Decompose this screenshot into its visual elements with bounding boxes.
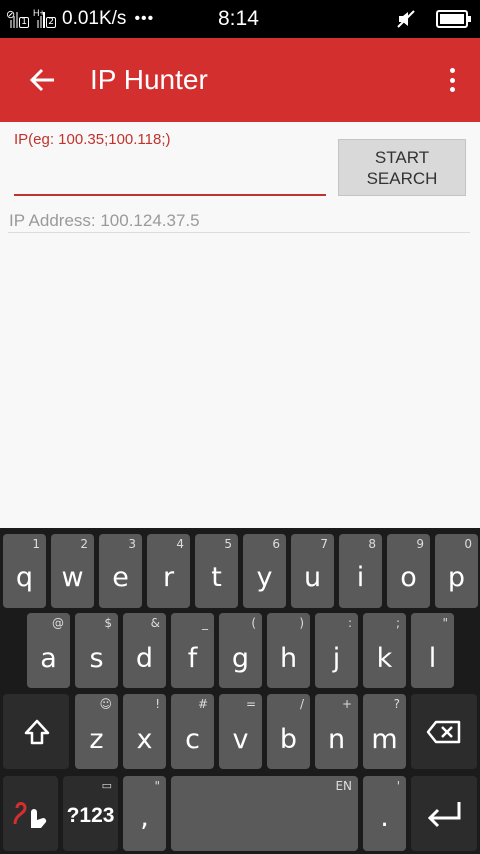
key-l[interactable]: " l	[411, 613, 454, 688]
key-m[interactable]: ? m	[363, 694, 406, 769]
key-i[interactable]: 8i	[339, 534, 382, 608]
signal-icon-sim1: ⊘ 1	[6, 9, 29, 28]
key-o[interactable]: 9o	[387, 534, 430, 608]
period-key[interactable]: ' .	[363, 776, 406, 851]
space-key[interactable]: EN	[171, 776, 358, 851]
shift-icon	[24, 719, 50, 745]
swype-icon	[13, 802, 47, 828]
app-bar: IP Hunter	[0, 38, 480, 122]
key-n[interactable]: + n	[315, 694, 358, 769]
page-title: IP Hunter	[90, 64, 208, 95]
key-c[interactable]: # c	[171, 694, 214, 769]
start-search-button[interactable]: START SEARCH	[338, 139, 466, 196]
key-p[interactable]: 0p	[435, 534, 478, 608]
key-s[interactable]: $ s	[75, 613, 118, 688]
key-v[interactable]: = v	[219, 694, 262, 769]
key-t[interactable]: 5t	[195, 534, 238, 608]
shift-key[interactable]	[3, 694, 69, 769]
ip-input[interactable]	[14, 152, 326, 196]
key-j[interactable]: :j	[315, 613, 358, 688]
soft-keyboard: 1q 2w 3e 4r 5t 6y 7u 8i 9o 0p @ a $ s & d _…	[0, 528, 480, 854]
key-d[interactable]: & d	[123, 613, 166, 688]
key-k[interactable]: ; k	[363, 613, 406, 688]
key-a[interactable]: @ a	[27, 613, 70, 688]
more-vert-icon[interactable]	[444, 64, 460, 96]
key-w[interactable]: 2w	[51, 534, 94, 608]
key-z[interactable]: ☺ z	[75, 694, 118, 769]
backspace-key[interactable]	[411, 694, 477, 769]
clock: 8:14	[218, 7, 259, 30]
status-bar: ⊘ 1 H+ 2 0.01K/s ••• 8:14	[0, 0, 480, 38]
key-q[interactable]: 1q	[3, 534, 46, 608]
backspace-icon	[426, 720, 461, 744]
key-u[interactable]: 7u	[291, 534, 334, 608]
key-b[interactable]: / b	[267, 694, 310, 769]
symbols-key[interactable]: ▭ ?123	[63, 776, 118, 851]
key-g[interactable]: (g	[219, 613, 262, 688]
key-e[interactable]: 3e	[99, 534, 142, 608]
ip-input-hint: IP(eg: 100.35;100.118;)	[14, 131, 171, 148]
status-left: ⊘ 1 H+ 2 0.01K/s •••	[6, 6, 155, 32]
symbols-key-hint: ▭	[101, 779, 112, 792]
more-notifications-indicator: •••	[134, 10, 155, 27]
key-r[interactable]: 4r	[147, 534, 190, 608]
key-x[interactable]: ! x	[123, 694, 166, 769]
comma-key[interactable]: " ,	[123, 776, 166, 851]
signal-icon-sim2: H+ 2	[33, 8, 56, 28]
network-rate: 0.01K/s	[62, 8, 127, 29]
ip-address-text: IP Address: 100.124.37.5	[9, 211, 200, 230]
key-h[interactable]: ) h	[267, 613, 310, 688]
swype-key[interactable]	[3, 776, 58, 851]
sim2-badge: 2	[46, 17, 56, 28]
key-f[interactable]: _ f	[171, 613, 214, 688]
key-y[interactable]: 6y	[243, 534, 286, 608]
sim1-badge: 1	[19, 17, 29, 28]
divider	[8, 232, 470, 233]
battery-icon	[436, 10, 471, 28]
enter-icon	[427, 802, 461, 828]
enter-key[interactable]	[411, 776, 477, 851]
arrow-left-icon[interactable]	[24, 62, 60, 98]
mute-icon	[397, 10, 415, 28]
